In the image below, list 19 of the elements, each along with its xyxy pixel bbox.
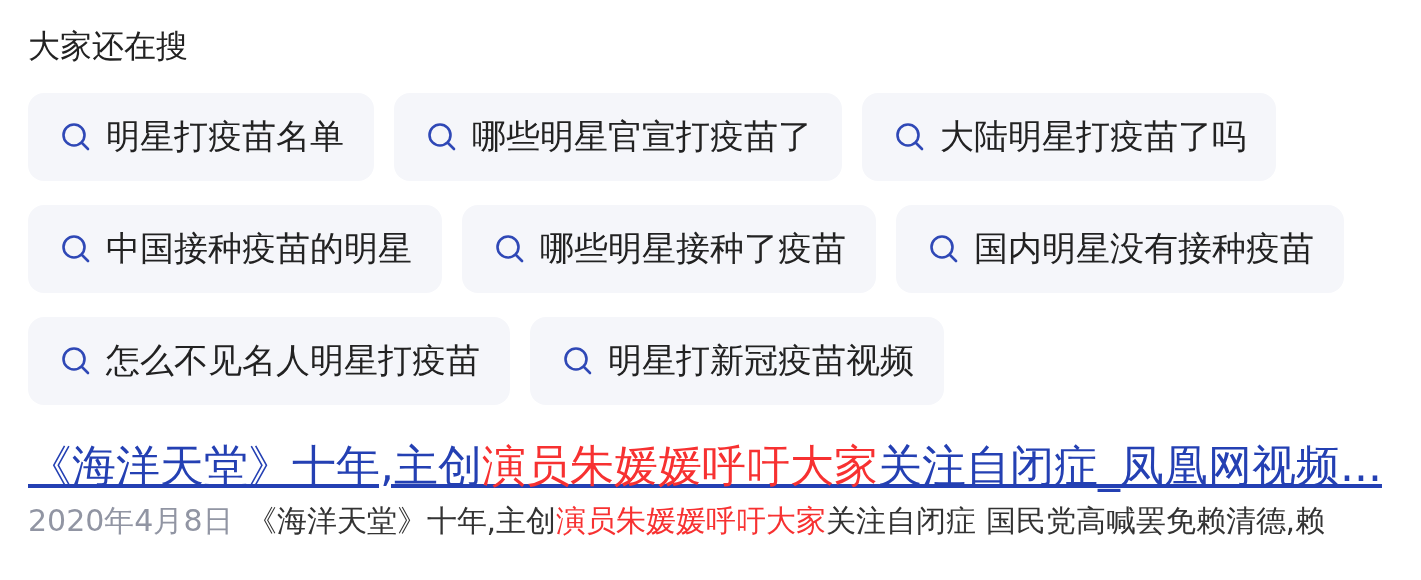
search-icon [562,345,594,377]
search-suggestion[interactable]: 哪些明星官宣打疫苗了 [394,93,842,181]
result-snippet: 《海洋天堂》十年,主创演员朱媛媛呼吁大家关注自闭症 国民党高喊罢免赖清德,赖 [246,503,1326,538]
search-suggestion[interactable]: 哪些明星接种了疫苗 [462,205,876,293]
search-icon [894,121,926,153]
search-suggestion[interactable]: 国内明星没有接种疫苗 [896,205,1344,293]
search-icon [426,121,458,153]
section-heading: 大家还在搜 [28,26,189,67]
search-icon [60,233,92,265]
search-suggestion[interactable]: 明星打疫苗名单 [28,93,374,181]
result-date: 2020年4月8日 [28,503,233,538]
search-icon [60,345,92,377]
search-suggestion[interactable]: 中国接种疫苗的明星 [28,205,442,293]
search-suggestion[interactable]: 大陆明星打疫苗了吗 [862,93,1276,181]
search-suggestion[interactable]: 明星打新冠疫苗视频 [530,317,944,405]
search-suggestion[interactable]: 怎么不见名人明星打疫苗 [28,317,510,405]
search-icon [928,233,960,265]
search-icon [60,121,92,153]
search-icon [494,233,526,265]
